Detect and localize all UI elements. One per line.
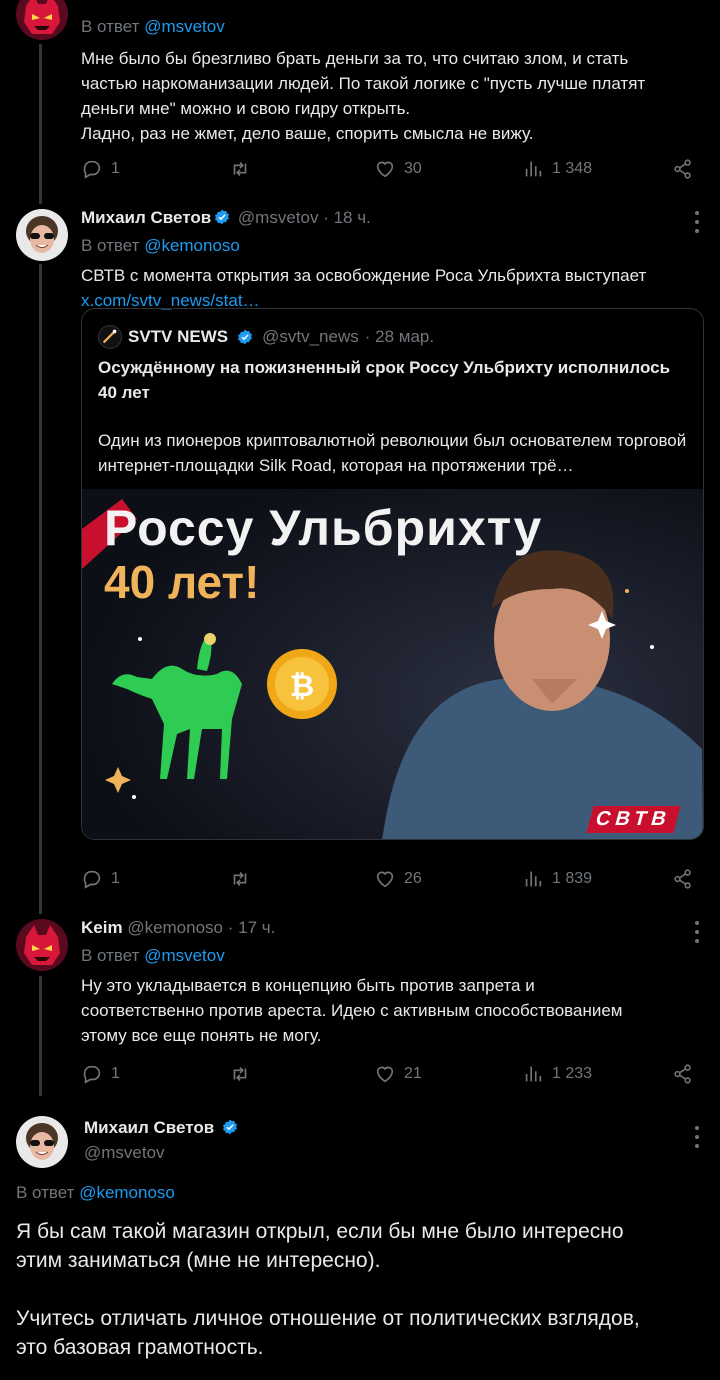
retweet-icon (233, 1066, 247, 1082)
like-button[interactable]: 26 (374, 868, 422, 890)
tweet-text: СВТВ с момента открытия за освобождение … (81, 266, 647, 310)
views-icon (525, 1066, 542, 1082)
author-name[interactable]: Михаил Светов (84, 1118, 214, 1137)
reply-button[interactable]: 1 (81, 1063, 120, 1085)
avatar[interactable] (16, 209, 68, 261)
avatar[interactable] (16, 0, 68, 40)
views-icon (525, 871, 542, 887)
reply-mention[interactable]: @msvetov (144, 17, 225, 36)
tweet-actions: 1 21 1 233 (81, 1063, 694, 1087)
views-button[interactable]: 1 839 (522, 868, 592, 890)
image-caption-line1: Россу Ульбрихту (104, 500, 543, 556)
image-brand: СВТВ (586, 806, 681, 833)
retweet-icon (233, 871, 247, 887)
tweet-text: Ну это укладывается в концепцию быть про… (81, 976, 623, 1045)
reply-mention[interactable]: @kemonoso (144, 236, 240, 255)
share-button[interactable] (672, 868, 694, 890)
tweet-text: Мне было бы брезгливо брать деньги за то… (81, 49, 646, 143)
like-button[interactable]: 21 (374, 1063, 422, 1085)
main-tweet-text: Я бы сам такой магазин открыл, если бы м… (16, 1220, 640, 1359)
tweet-keim-1[interactable]: В ответ @msvetov Мне было бы брезгливо б… (0, 0, 720, 195)
views-button[interactable]: 1 348 (522, 158, 592, 180)
author-name[interactable]: Михаил Светов (81, 208, 211, 227)
verified-icon (222, 1119, 237, 1135)
author-handle[interactable]: @msvetov (84, 1142, 241, 1164)
tweet-actions: 1 26 1 839 (81, 868, 694, 892)
image-caption-line2: 40 лет! (104, 556, 260, 608)
retweet-button[interactable] (229, 1063, 259, 1085)
heart-icon (376, 1066, 394, 1083)
tweet-actions: 1 30 1 348 (81, 158, 694, 182)
reply-mention[interactable]: @kemonoso (79, 1183, 175, 1202)
tweet-time[interactable]: · 18 ч. (323, 208, 371, 227)
quote-title: Осуждённому на пожизненный срок Россу Ул… (98, 358, 671, 402)
share-icon (674, 159, 691, 179)
heart-icon (376, 161, 394, 178)
author-handle[interactable]: @msvetov (238, 208, 319, 227)
reply-to: В ответ @msvetov (81, 17, 225, 36)
share-button[interactable] (672, 158, 694, 180)
verified-icon (238, 329, 253, 345)
thread-page: В ответ @msvetov Мне было бы брезгливо б… (0, 0, 720, 1380)
retweet-button[interactable] (229, 158, 259, 180)
author-handle[interactable]: @kemonoso (127, 918, 223, 937)
avatar[interactable] (16, 1116, 68, 1168)
reply-to: В ответ @kemonoso (81, 236, 240, 255)
author-name[interactable]: Keim (81, 918, 123, 937)
reply-icon (83, 1065, 101, 1084)
quote-author-handle[interactable]: @svtv_news (262, 326, 359, 348)
reply-button[interactable]: 1 (81, 158, 120, 180)
tweet-header: Keim @kemonoso · 17 ч. (81, 917, 704, 939)
more-options-button[interactable] (694, 1126, 700, 1148)
more-options-button[interactable] (694, 211, 700, 233)
reply-icon (83, 870, 101, 889)
views-icon (525, 161, 542, 177)
tweet-header: Михаил Светов @msvetov · 18 ч. (81, 207, 704, 229)
retweet-button[interactable] (229, 868, 259, 890)
more-options-button[interactable] (694, 921, 700, 943)
quote-time[interactable]: · 28 мар. (365, 326, 434, 348)
share-icon (674, 1064, 691, 1084)
reply-mention[interactable]: @msvetov (144, 946, 225, 965)
views-button[interactable]: 1 233 (522, 1063, 592, 1085)
reply-icon (83, 160, 101, 179)
reply-to: В ответ @kemonoso (16, 1183, 175, 1202)
reply-button[interactable]: 1 (81, 868, 120, 890)
reply-to: В ответ @msvetov (81, 946, 225, 965)
quote-image[interactable]: ₿ Россу Ульбрихту 40 лет! СВТВ (82, 489, 703, 839)
tweet-time[interactable]: · 17 ч. (228, 918, 276, 937)
heart-icon (376, 871, 394, 888)
avatar[interactable] (16, 919, 68, 971)
main-author[interactable]: Михаил Светов @msvetov (84, 1117, 241, 1164)
main-tweet: Михаил Светов @msvetov В ответ @kemonoso… (0, 1100, 720, 1380)
quote-author-name[interactable]: SVTV NEWS (128, 326, 228, 348)
quoted-tweet[interactable]: SVTV NEWS @svtv_news · 28 мар. Осуждённо… (81, 308, 704, 840)
quote-text: Один из пионеров криптовалютной революци… (98, 431, 687, 475)
svtv-logo-icon (98, 325, 122, 349)
svg-text:₿: ₿ (290, 670, 314, 703)
tweet-keim-2[interactable]: Keim @kemonoso · 17 ч. В ответ @msvetov … (0, 905, 720, 1100)
like-button[interactable]: 30 (374, 158, 422, 180)
tweet-svetov-quote[interactable]: Михаил Светов @msvetov · 18 ч. В ответ @… (0, 195, 720, 905)
author-name-row: Михаил Светов (84, 1117, 241, 1139)
verified-icon (215, 209, 230, 225)
quote-header: SVTV NEWS @svtv_news · 28 мар. (98, 325, 434, 349)
retweet-icon (233, 161, 247, 177)
share-button[interactable] (672, 1063, 694, 1085)
share-icon (674, 869, 691, 889)
